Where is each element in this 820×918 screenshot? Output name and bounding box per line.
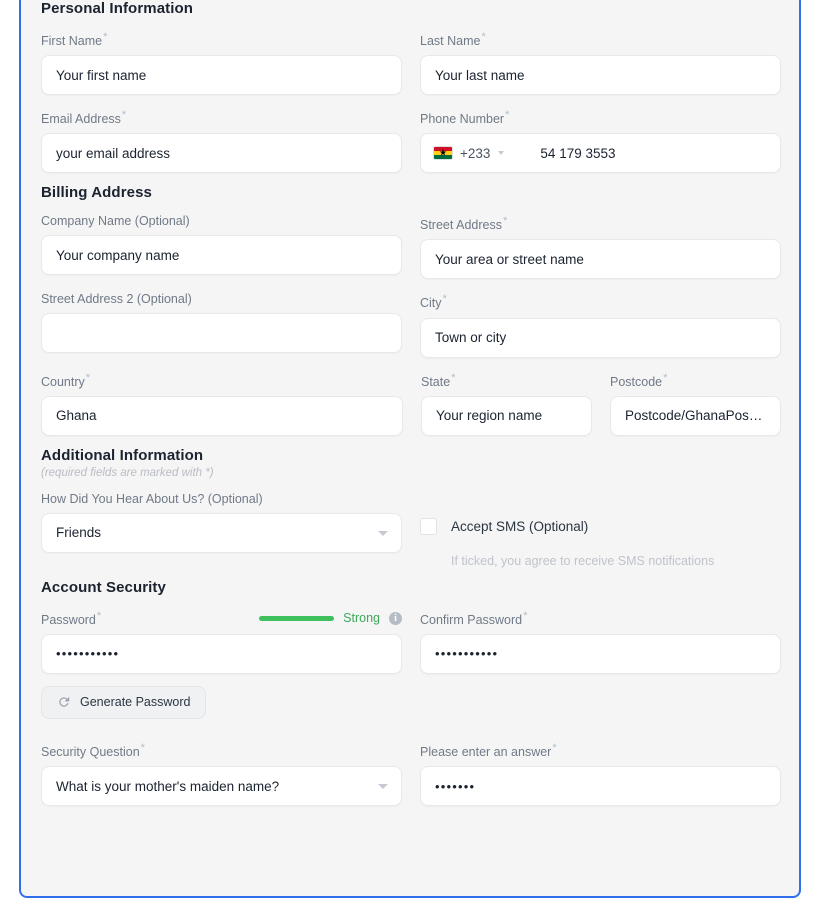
generate-password-button[interactable]: Generate Password <box>41 685 207 719</box>
label-password: Password* <box>41 609 102 627</box>
required-asterisk: * <box>523 609 528 622</box>
security-question-select[interactable]: What is your mother's maiden name? <box>41 766 402 807</box>
label-country: Country* <box>41 371 91 389</box>
section-title-additional-information: Additional Information <box>41 446 204 464</box>
required-asterisk: * <box>442 293 447 306</box>
required-asterisk: * <box>481 31 486 43</box>
accept-sms-label: Accept SMS (Optional) <box>451 518 589 534</box>
required-asterisk: * <box>140 741 145 754</box>
field-confirm-password: Confirm Password* ••••••••••• <box>420 609 781 674</box>
phone-number-value[interactable]: 54 179 3553 <box>540 146 615 161</box>
refresh-icon <box>59 697 70 708</box>
required-asterisk: * <box>663 371 668 384</box>
section-title-billing-address: Billing Address <box>41 184 152 202</box>
field-postcode: Postcode* Postcode/GhanaPostGp <box>610 371 781 436</box>
field-security-answer: Please enter an answer* ••••••• <box>420 741 781 807</box>
required-asterisk: * <box>552 741 557 754</box>
field-how-did-you-hear: How Did You Hear About Us? (Optional) Fr… <box>41 492 402 553</box>
field-street-address: Street Address* Your area or street name <box>420 214 781 280</box>
form-panel: Personal Information First Name* Your fi… <box>19 0 801 898</box>
field-company-name: Company Name (Optional) Your company nam… <box>41 214 402 276</box>
country-input[interactable]: Ghana <box>41 395 403 436</box>
accept-sms-checkbox[interactable] <box>420 517 437 535</box>
first-name-input[interactable]: Your first name <box>41 55 402 96</box>
street-address-input[interactable]: Your area or street name <box>420 239 781 280</box>
postcode-input[interactable]: Postcode/GhanaPostGp <box>610 395 781 436</box>
label-first-name: First Name* <box>41 31 108 49</box>
chevron-down-icon <box>378 530 388 536</box>
field-security-question: Security Question* What is your mother's… <box>41 741 402 807</box>
required-asterisk: * <box>451 371 456 384</box>
field-first-name: First Name* Your first name <box>41 30 402 96</box>
generate-password-label: Generate Password <box>80 695 191 710</box>
field-state: State* Your region name <box>421 371 592 436</box>
field-last-name: Last Name* Your last name <box>420 30 781 96</box>
ghana-flag-icon: ★ <box>433 146 453 161</box>
label-city: City* <box>420 293 447 311</box>
label-street-address-2: Street Address 2 (Optional) <box>41 292 192 307</box>
required-asterisk: * <box>96 609 102 622</box>
label-last-name: Last Name* <box>420 31 486 49</box>
label-street-address: Street Address* <box>420 215 508 233</box>
email-address-input[interactable]: your email address <box>41 133 402 174</box>
required-asterisk: * <box>121 109 127 122</box>
accept-sms-row[interactable]: Accept SMS (Optional) <box>420 517 781 535</box>
last-name-input[interactable]: Your last name <box>420 55 781 96</box>
field-phone-number: Phone Number* ★ +233 54 179 3553 <box>420 108 781 174</box>
label-confirm-password: Confirm Password* <box>420 609 528 627</box>
label-security-answer: Please enter an answer* <box>420 741 557 760</box>
chevron-down-icon <box>378 784 388 790</box>
label-security-question: Security Question* <box>41 741 145 760</box>
chevron-down-icon[interactable] <box>498 151 505 156</box>
how-did-you-hear-select[interactable]: Friends <box>41 512 402 553</box>
registration-form-page: Personal Information First Name* Your fi… <box>0 0 820 918</box>
field-street-address-2: Street Address 2 (Optional) <box>41 292 402 354</box>
label-how-did-you-hear: How Did You Hear About Us? (Optional) <box>41 491 263 506</box>
company-name-input[interactable]: Your company name <box>41 235 402 276</box>
field-email-address: Email Address* your email address <box>41 108 402 174</box>
street-address-2-input[interactable] <box>41 313 402 354</box>
label-state: State* <box>421 371 456 389</box>
accept-sms-help-text: If ticked, you agree to receive SMS noti… <box>451 553 715 568</box>
field-city: City* Town or city <box>420 292 781 358</box>
field-password: Password* Strong i ••••••••••• <box>41 609 402 674</box>
required-asterisk: * <box>85 371 91 384</box>
state-input[interactable]: Your region name <box>421 395 592 436</box>
label-company-name: Company Name (Optional) <box>41 214 190 229</box>
required-asterisk: * <box>505 109 510 122</box>
info-icon[interactable]: i <box>389 611 402 625</box>
section-title-personal-information: Personal Information <box>41 0 194 17</box>
label-email-address: Email Address* <box>41 109 127 127</box>
section-title-account-security: Account Security <box>41 578 166 596</box>
password-strength-label: Strong <box>343 611 380 626</box>
label-phone-number: Phone Number* <box>420 109 510 127</box>
required-asterisk: * <box>103 31 108 43</box>
password-input[interactable]: ••••••••••• <box>41 633 402 674</box>
password-strength-meter <box>259 615 335 621</box>
phone-number-input[interactable]: ★ +233 54 179 3553 <box>420 133 781 174</box>
required-fields-note: (required fields are marked with *) <box>41 466 214 479</box>
city-input[interactable]: Town or city <box>420 317 781 358</box>
required-asterisk: * <box>503 215 508 228</box>
label-postcode: Postcode* <box>610 371 668 389</box>
phone-dial-code[interactable]: +233 <box>460 146 490 161</box>
field-country: Country* Ghana <box>41 371 403 436</box>
confirm-password-input[interactable]: ••••••••••• <box>420 633 781 674</box>
security-answer-input[interactable]: ••••••• <box>420 766 781 807</box>
